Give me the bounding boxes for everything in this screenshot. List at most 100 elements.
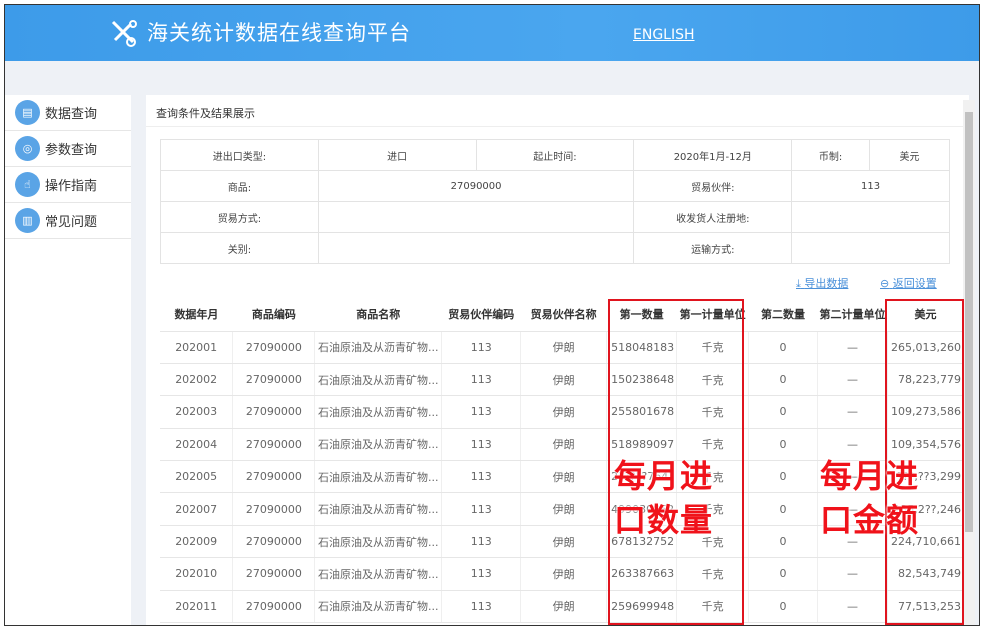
filter-label: 商品: [160,170,319,202]
table-cell: 石油原油及从沥青矿物... [314,363,443,397]
sidebar-item-label: 常见问题 [45,215,98,230]
table-cell: 27090000 [232,395,316,429]
table-cell: 0 [748,363,818,397]
annotation-line: 每月进 [820,457,920,495]
doc-search-icon: ▤ [15,100,40,125]
table-cell: 伊朗 [520,557,608,591]
table-cell: 202007 [160,492,234,526]
export-label: 导出数据 [804,277,849,290]
logo-icon [111,20,137,47]
table-cell: 27090000 [232,363,316,397]
table-cell: 202001 [160,331,234,364]
back-to-settings-link[interactable]: ⊖ 返回设置 [880,275,937,291]
magnifier-icon: ◎ [15,136,40,161]
table-row: 202010 27090000 石油原油及从沥青矿物... 113 伊朗 26338766… [160,557,965,591]
table-cell: 113 [441,590,522,624]
table-cell: 石油原油及从沥青矿物... [314,590,443,624]
table-cell: 伊朗 [520,460,608,494]
table-cell: 0 [748,492,818,526]
column-header: 第二数量 [748,298,818,332]
table-cell: 202009 [160,525,234,559]
table-cell: 202002 [160,363,234,397]
filter-label: 运输方式: [633,232,793,264]
filter-value [317,201,635,233]
table-cell: 27090000 [232,492,316,526]
filter-label: 贸易伙伴: [633,170,793,202]
table-cell: — [817,557,888,591]
table-cell: 石油原油及从沥青矿物... [314,460,443,494]
table-cell: 202003 [160,395,234,429]
scrollbar-thumb[interactable] [965,112,973,532]
table-cell: 113 [441,428,522,462]
filter-label: 贸易方式: [160,201,319,233]
english-link[interactable]: ENGLISH [633,27,695,43]
table-cell: 202004 [160,428,234,462]
table-cell: 27090000 [232,590,316,624]
column-header: 商品名称 [314,298,442,332]
table-cell: 伊朗 [520,363,608,397]
table-cell: 0 [748,557,818,591]
filter-value: 27090000 [317,170,635,202]
table-cell: 27090000 [232,331,316,364]
table-row: 202001 27090000 石油原油及从沥青矿物... 113 伊朗 51804818… [160,331,965,364]
table-cell: 27090000 [232,460,316,494]
sidebar: ▤ 数据查询 ◎ 参数查询 ☝ 操作指南 ▥ 常见问题 [5,95,131,625]
filter-label: 起止时间: [475,139,635,171]
table-row: 202011 27090000 石油原油及从沥青矿物... 113 伊朗 25969994… [160,590,965,624]
filter-value [317,232,635,264]
table-cell: 113 [441,395,522,429]
table-cell: 202011 [160,590,234,624]
sidebar-item-faq[interactable]: ▥ 常见问题 [5,203,131,239]
table-cell: — [817,590,888,624]
table-cell: 113 [441,460,522,494]
table-cell: 石油原油及从沥青矿物... [314,395,443,429]
table-row: 202003 27090000 石油原油及从沥青矿物... 113 伊朗 25580167… [160,395,965,429]
column-header: 第二计量单位 [817,298,888,332]
table-cell: — [817,363,888,397]
amount-annotation: 每月进 口金额 [820,454,919,542]
table-cell: 伊朗 [520,428,608,462]
table-cell: — [817,331,888,364]
back-label: 返回设置 [892,277,937,290]
table-cell: 113 [441,331,522,364]
table-cell: 石油原油及从沥青矿物... [314,557,443,591]
table-cell: 113 [441,557,522,591]
filter-value: 进口 [317,139,477,171]
download-icon: ⤓ [796,277,801,290]
table-cell: 113 [441,363,522,397]
column-header: 数据年月 [160,298,233,332]
filter-label: 进出口类型: [160,139,319,171]
table-cell: 石油原油及从沥青矿物... [314,428,443,462]
table-cell: 石油原油及从沥青矿物... [314,331,443,364]
table-cell: 石油原油及从沥青矿物... [314,492,443,526]
table-cell: 202005 [160,460,234,494]
main-panel: 查询条件及结果展示 进出口类型: 进口 起止时间: 2020年1月-12月 币制: 美元 … [146,95,969,625]
table-cell: 27090000 [232,428,316,462]
header: 海关统计数据在线查询平台 ENGLISH [5,5,979,61]
table-cell: 伊朗 [520,492,608,526]
table-cell: 27090000 [232,557,316,591]
list-icon: ▥ [15,208,40,233]
sidebar-item-guide[interactable]: ☝ 操作指南 [5,167,131,203]
table-cell: 伊朗 [520,331,608,364]
table-cell: 0 [748,395,818,429]
sidebar-item-label: 参数查询 [45,143,98,158]
quantity-annotation: 每月进 口数量 [614,454,713,542]
annotation-line: 口金额 [820,501,920,539]
table-cell: 0 [748,460,818,494]
sidebar-item-parameter-query[interactable]: ◎ 参数查询 [5,131,131,167]
table-cell: 202010 [160,557,234,591]
scrollbar[interactable] [963,100,975,625]
filter-value: 美元 [869,139,950,171]
table-row: 202002 27090000 石油原油及从沥青矿物... 113 伊朗 15023864… [160,363,965,397]
filter-value [791,232,950,264]
export-data-link[interactable]: ⤓ 导出数据 [796,275,848,291]
sidebar-item-data-query[interactable]: ▤ 数据查询 [5,95,131,131]
filter-value: 113 [791,170,950,202]
column-header: 商品编码 [232,298,315,332]
annotation-line: 口数量 [614,501,714,539]
table-cell: 石油原油及从沥青矿物... [314,525,443,559]
table-cell: 0 [748,590,818,624]
table-cell: 27090000 [232,525,316,559]
column-header: 贸易伙伴编码 [441,298,521,332]
